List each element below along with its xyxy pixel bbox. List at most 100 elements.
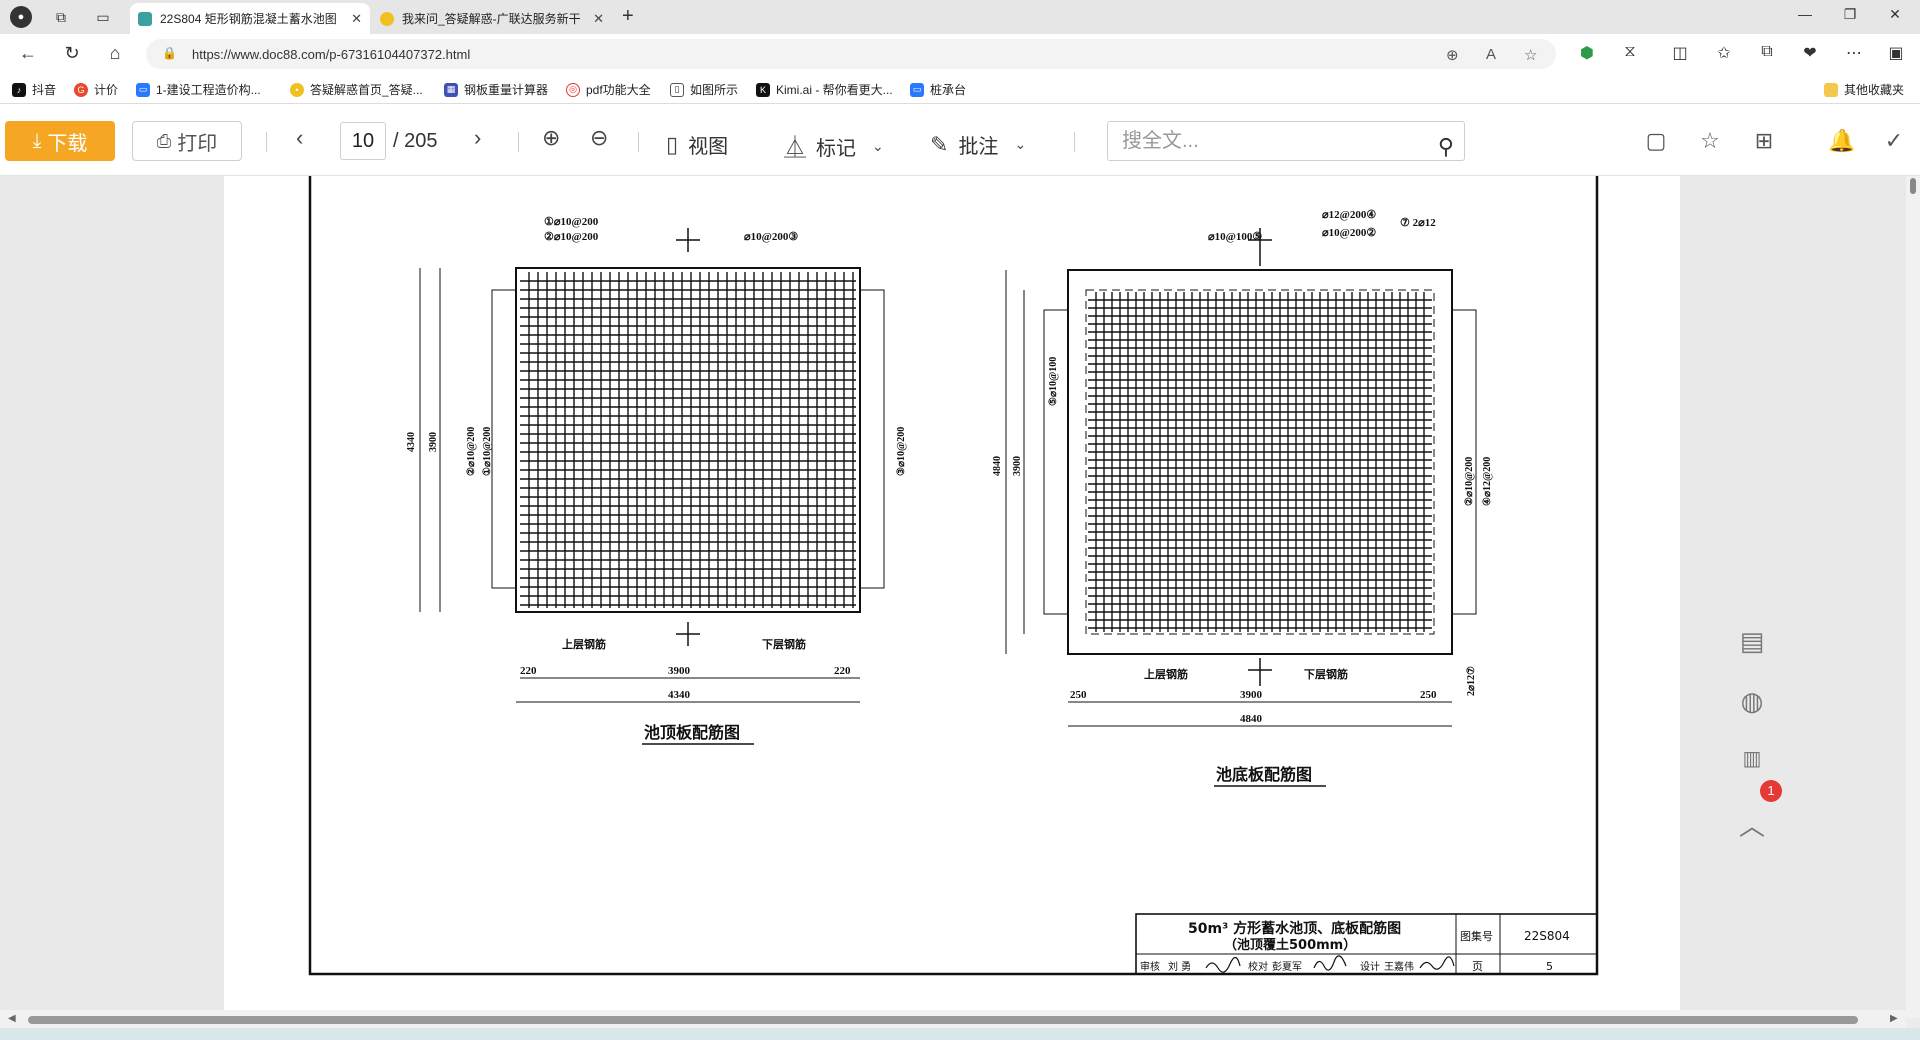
bookmark-other-folder[interactable]: 其他收藏夹 (1824, 81, 1904, 98)
folder-icon (1824, 82, 1838, 97)
minimize-icon[interactable]: — (1790, 6, 1820, 22)
bottom-slab-plan (1005, 228, 1477, 727)
bell-icon[interactable]: 🔔 (1828, 128, 1856, 154)
prev-page-icon[interactable]: ‹ (296, 125, 303, 151)
refresh-icon[interactable]: ↻ (60, 43, 84, 64)
restore-icon[interactable]: ❐ (1835, 6, 1865, 23)
new-tab-button[interactable]: + (622, 5, 634, 28)
zoom-in-icon[interactable]: ⊕ (542, 125, 560, 151)
page-total: / 205 (393, 130, 438, 152)
check-icon[interactable]: ✓ (1880, 128, 1908, 154)
lower-rebar-label-b: 下层钢筋 (1304, 667, 1348, 681)
top-slab-title: 池顶板配筋图 (644, 723, 740, 742)
bookmark-pdf[interactable]: ◎ pdf功能大全 (566, 81, 651, 98)
sidebar-toggle-icon[interactable]: ▣ (1884, 43, 1908, 63)
zoom-icon[interactable]: ⊕ (1446, 46, 1459, 64)
pen-icon: ✎ (930, 131, 949, 157)
reviewer-name: 刘 勇 (1168, 961, 1191, 973)
bookmark-qa[interactable]: • 答疑解惑首页_答疑... (290, 81, 423, 98)
collections-icon[interactable]: ⧉ (1755, 43, 1779, 61)
bookmark-steel-calc[interactable]: ▦ 钢板重量计算器 (444, 81, 548, 98)
save-icon[interactable]: ▢ (1642, 128, 1670, 154)
star-icon[interactable]: ☆ (1696, 128, 1724, 154)
divider (638, 132, 639, 152)
rebar-label-b8: 2⌀12⑦ (1466, 666, 1477, 696)
document-page: ①⌀10@200 ②⌀10@200 ⌀10@200③ 上层钢筋 下层钢筋 390… (224, 176, 1680, 1010)
rebar-label-left1: ②⌀10@200 (466, 427, 477, 476)
extensions-icon[interactable]: ⧖ (1618, 43, 1642, 61)
design-label: 设计 (1360, 960, 1380, 973)
bookmark-douyin[interactable]: ♪ 抖音 (12, 81, 56, 98)
shield-icon[interactable]: ⬢ (1575, 43, 1599, 63)
scroll-right-icon[interactable]: ▶ (1890, 1013, 1898, 1024)
tab-doc88[interactable]: 22S804 矩形钢筋混凝土蓄水池图 ✕ (130, 3, 370, 34)
rebar-label-b6: ②⌀10@200 (1464, 457, 1475, 506)
close-window-icon[interactable]: ✕ (1880, 6, 1910, 23)
divider (518, 132, 519, 152)
scroll-left-icon[interactable]: ◀ (8, 1013, 16, 1024)
bookmark-kimi[interactable]: K Kimi.ai - 帮你看更大... (756, 81, 893, 98)
next-page-icon[interactable]: › (474, 125, 481, 151)
bookmark-cost[interactable]: ▭ 1-建设工程造价构... (136, 81, 261, 98)
view-menu[interactable]: ▯ 视图 (666, 130, 728, 159)
bookmark-zct[interactable]: ▭ 桩承台 (910, 81, 966, 98)
back-icon[interactable]: ← (16, 43, 40, 64)
tab-actions-icon[interactable]: ▭ (92, 6, 114, 28)
download-button[interactable]: ⤓ 下载 (5, 121, 115, 161)
zoom-out-icon[interactable]: ⊖ (590, 125, 608, 151)
rebar-label-b1: ⌀12@200④ (1322, 209, 1376, 221)
title-block: 50m³ 方形蓄水池顶、底板配筋图 （池顶覆土500mm） 图集号 22S804… (1135, 913, 1598, 975)
vertical-scroll-thumb[interactable] (1910, 178, 1916, 194)
chevron-down-icon: ⌄ (1014, 136, 1027, 152)
horizontal-scroll-thumb[interactable] (28, 1016, 1858, 1024)
search-icon[interactable]: ⚲ (1438, 128, 1454, 166)
chevron-down-icon: ⌄ (872, 137, 884, 154)
page-number-input[interactable]: 10 (340, 122, 386, 160)
back-to-top-icon[interactable]: ︿ (1732, 806, 1772, 843)
vertical-scrollbar[interactable] (1906, 176, 1920, 1018)
page-number: 5 (1546, 960, 1553, 973)
bottom-slab-title: 池底板配筋图 (1216, 765, 1312, 784)
url-field[interactable]: 🔒 https://www.doc88.com/p-67316104407372… (146, 39, 1556, 69)
rebar-label-b2: ⌀10@200② (1322, 227, 1376, 239)
performance-icon[interactable]: ❤ (1798, 43, 1822, 63)
read-aloud-icon[interactable]: A (1486, 46, 1496, 63)
tab-strip: ● ⧉ ▭ 22S804 矩形钢筋混凝土蓄水池图 ✕ 我来问_答疑解惑-广联达服… (0, 0, 1920, 34)
bookmark-jijia[interactable]: G 计价 (74, 81, 118, 98)
add-file-icon[interactable]: ⊞ (1750, 128, 1778, 154)
more-menu-icon[interactable]: ⋯ (1842, 43, 1866, 63)
dim-4340-vertical: 4340 (406, 432, 417, 452)
pdf-icon: ◎ (566, 82, 580, 97)
close-tab-icon[interactable]: ✕ (593, 11, 604, 27)
split-screen-icon[interactable]: ◫ (1668, 43, 1692, 63)
view-icon: ▯ (666, 131, 679, 157)
tab-glodon[interactable]: 我来问_答疑解惑-广联达服务新干 ✕ (372, 3, 612, 34)
annotate-menu[interactable]: ✎ 批注 ⌄ (930, 130, 1026, 159)
favorite-star-icon[interactable]: ☆ (1524, 46, 1537, 64)
viewer-toolbar: ⤓ 下载 ⎙ 打印 ‹ 10 / 205 › ⊕ ⊖ ▯ 视图 ⏅ 标记 ⌄ ✎ 批注 ⌄ 搜… (0, 104, 1920, 176)
profile-avatar[interactable]: ● (10, 6, 32, 28)
dim-4840-bottom: 4840 (1240, 713, 1263, 725)
bookmark-rutu[interactable]: ▯ 如图所示 (670, 81, 738, 98)
bulb-favicon (380, 11, 394, 26)
mark-menu[interactable]: ⏅ 标记 ⌄ (784, 130, 884, 162)
notes-float-icon[interactable]: ▤ (1732, 626, 1772, 657)
print-button[interactable]: ⎙ 打印 (132, 121, 242, 161)
notification-badge: 1 (1760, 780, 1782, 802)
kimi-icon: K (756, 82, 770, 97)
address-bar-row: ← ↻ ⌂ 🔒 https://www.doc88.com/p-67316104… (0, 34, 1920, 74)
close-tab-icon[interactable]: ✕ (351, 11, 362, 27)
dim-3900-vertical-b: 3900 (1012, 456, 1023, 476)
doc-icon: ▯ (670, 82, 684, 97)
fulltext-search-input[interactable]: 搜全文... ⚲ (1107, 121, 1465, 161)
tab-title: 22S804 矩形钢筋混凝土蓄水池图 (160, 12, 337, 26)
home-icon[interactable]: ⌂ (103, 43, 127, 64)
dim-220-right: 220 (834, 665, 851, 677)
wechat-icon[interactable]: ◍ (1732, 686, 1772, 717)
atlas-label: 图集号 (1460, 929, 1493, 943)
horizontal-scrollbar[interactable]: ◀ ▶ (0, 1010, 1906, 1028)
bulb-icon: • (290, 82, 304, 97)
app-icon[interactable]: ▥ (1732, 746, 1772, 771)
workspaces-icon[interactable]: ⧉ (50, 6, 72, 28)
favorites-icon[interactable]: ✩ (1712, 43, 1736, 63)
